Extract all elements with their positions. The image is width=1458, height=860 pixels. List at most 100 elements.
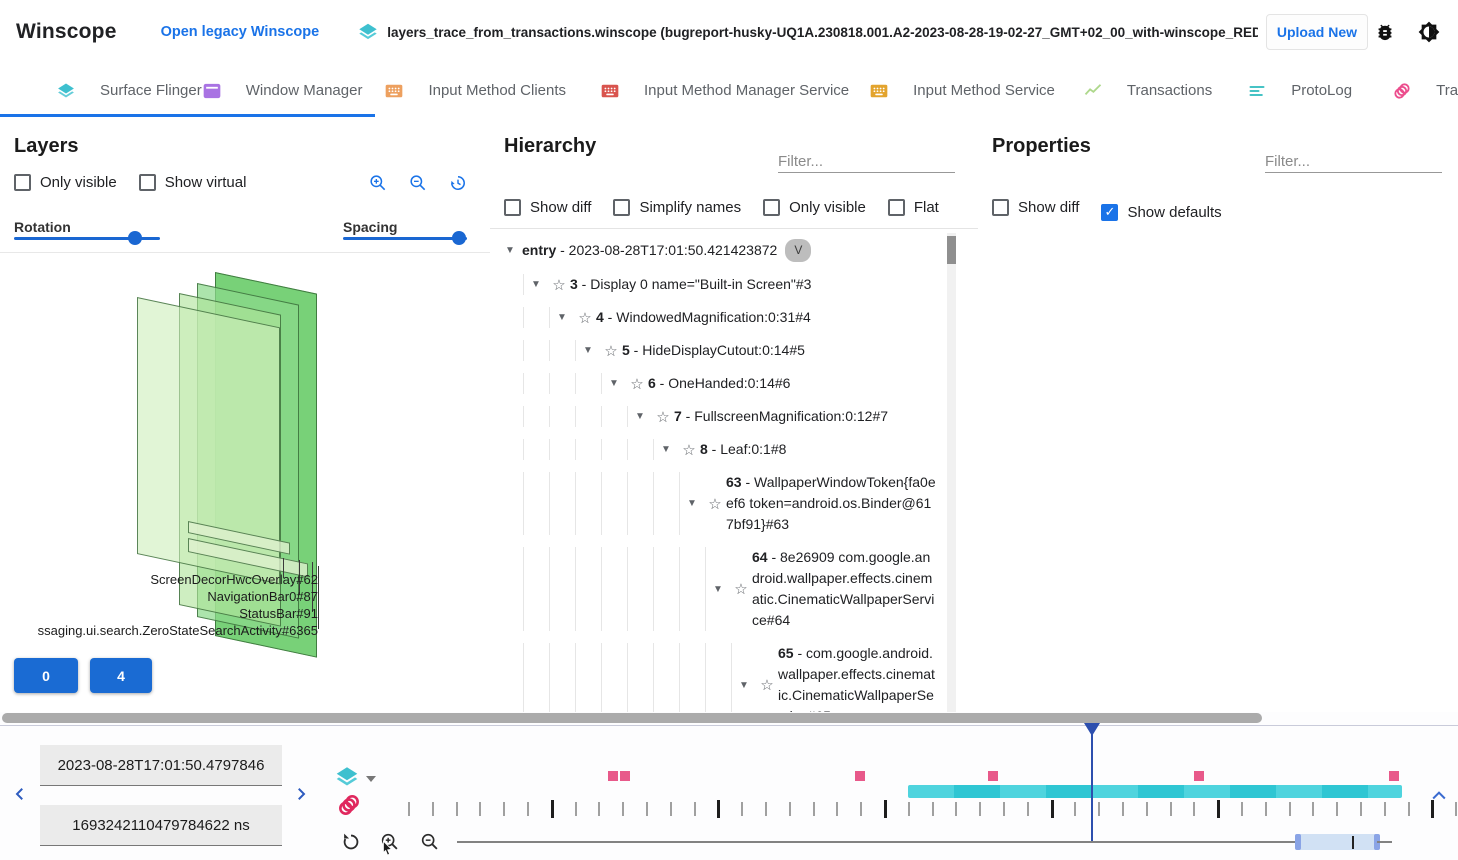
pin-star-icon[interactable]: ☆: [652, 408, 674, 426]
keyboard-icon: [869, 81, 889, 101]
refresh-icon[interactable]: [340, 831, 362, 858]
expand-arrow-icon[interactable]: ▼: [654, 444, 678, 455]
checkbox-box[interactable]: [888, 199, 905, 216]
event-marker[interactable]: [620, 771, 630, 781]
pin-star-icon[interactable]: ☆: [626, 375, 648, 393]
expand-arrow-icon[interactable]: ▼: [680, 498, 704, 509]
checkbox-show-diff[interactable]: Show diff: [992, 199, 1079, 216]
timestamp-human-input[interactable]: 2023-08-28T17:01:50.4797846: [40, 745, 282, 786]
open-legacy-winscope-link[interactable]: Open legacy Winscope: [161, 24, 320, 40]
checkbox-box[interactable]: [613, 199, 630, 216]
horizontal-scrollbar[interactable]: [2, 713, 1262, 723]
checkbox-box[interactable]: [14, 174, 31, 191]
checkbox-only-visible[interactable]: Only visible: [14, 174, 117, 191]
expand-arrow-icon[interactable]: ▼: [524, 279, 548, 290]
timeline-panel: 2023-08-28T17:01:50.4797846 169324211047…: [0, 712, 1458, 860]
expand-arrow-icon[interactable]: ▼: [550, 312, 574, 323]
event-marker[interactable]: [608, 771, 618, 781]
layer-labels: ScreenDecorHwcOverlay#62NavigationBar0#8…: [14, 571, 318, 639]
pin-star-icon[interactable]: ☆: [548, 276, 570, 294]
tree-node[interactable]: ▼☆8 - Leaf:0:1#8: [498, 433, 948, 466]
expand-arrow-icon[interactable]: ▼: [628, 411, 652, 422]
layer-label: StatusBar#91: [14, 605, 318, 622]
pin-star-icon[interactable]: ☆: [678, 441, 700, 459]
timeline-zoom-out-icon[interactable]: [419, 831, 441, 858]
zoom-in-icon[interactable]: [368, 173, 388, 193]
tab-protolog[interactable]: ProtoLog: [1247, 64, 1352, 117]
expand-arrow-icon[interactable]: ▼: [602, 378, 626, 389]
tab-input-method-manager-service[interactable]: Input Method Manager Service: [600, 64, 849, 117]
reset-view-icon[interactable]: [448, 173, 468, 193]
tab-window-manager[interactable]: Window Manager: [202, 64, 363, 117]
checkbox-box[interactable]: [504, 199, 521, 216]
tab-transactions[interactable]: Transactions: [1083, 64, 1212, 117]
ruler-tick: [408, 802, 410, 816]
tab-surface-flinger[interactable]: Surface Flinger: [56, 64, 202, 117]
event-marker[interactable]: [855, 771, 865, 781]
event-marker[interactable]: [988, 771, 998, 781]
properties-filter-input[interactable]: [1265, 151, 1442, 173]
trace-coverage-band[interactable]: [908, 785, 1402, 798]
tree-scrollbar-track[interactable]: [947, 233, 956, 712]
tab-label: Input Method Service: [913, 82, 1055, 99]
expand-arrow-icon[interactable]: ▼: [576, 345, 600, 356]
layer-id-button-4[interactable]: 4: [90, 658, 152, 693]
event-marker[interactable]: [1194, 771, 1204, 781]
overview-track[interactable]: [457, 841, 1298, 843]
pin-star-icon[interactable]: ☆: [600, 342, 622, 360]
trace-selector-caret-icon[interactable]: [366, 776, 376, 782]
tree-node[interactable]: ▼☆65 - com.google.android.wallpaper.effe…: [498, 637, 948, 712]
checkbox-show-diff[interactable]: Show diff: [504, 199, 591, 216]
tree-node[interactable]: ▼☆63 - WallpaperWindowToken{fa0eef6 toke…: [498, 466, 948, 541]
tree-node[interactable]: ▼☆7 - FullscreenMagnification:0:12#7: [498, 400, 948, 433]
tab-input-method-clients[interactable]: Input Method Clients: [384, 64, 566, 117]
checkbox-box[interactable]: [763, 199, 780, 216]
tree-node[interactable]: ▼☆3 - Display 0 name="Built-in Screen"#3: [498, 268, 948, 301]
ruler-tick: [741, 802, 743, 816]
layer-id-button-0[interactable]: 0: [14, 658, 78, 693]
tree-scrollbar-thumb[interactable]: [947, 236, 956, 264]
spacing-slider-track[interactable]: [343, 237, 467, 240]
tree-node[interactable]: ▼☆5 - HideDisplayCutout:0:14#5: [498, 334, 948, 367]
checkbox-box[interactable]: ✓: [1101, 204, 1118, 221]
checkbox-show-defaults[interactable]: ✓Show defaults: [1101, 204, 1221, 221]
pin-star-icon[interactable]: ☆: [730, 580, 752, 598]
expand-arrow-icon[interactable]: ▼: [706, 584, 730, 595]
timeline-cursor-line[interactable]: [1091, 723, 1093, 843]
overview-handle-left[interactable]: [1295, 834, 1301, 850]
timeline-ruler[interactable]: [0, 800, 1458, 818]
tree-node[interactable]: ▼☆6 - OneHanded:0:14#6: [498, 367, 948, 400]
zoom-out-icon[interactable]: [408, 173, 428, 193]
active-trace-layers-icon[interactable]: [334, 764, 360, 795]
dark-mode-toggle-icon[interactable]: [1418, 21, 1440, 43]
overview-selection[interactable]: [1298, 834, 1377, 850]
upload-new-button[interactable]: Upload New: [1266, 14, 1368, 50]
rotation-slider-thumb[interactable]: [128, 231, 142, 245]
tree-node-label: 64 - 8e26909 com.google.android.wallpape…: [752, 547, 938, 631]
tree-node[interactable]: ▼☆4 - WindowedMagnification:0:31#4: [498, 301, 948, 334]
pin-star-icon[interactable]: ☆: [574, 309, 596, 327]
checkbox-box[interactable]: [992, 199, 1009, 216]
checkbox-only-visible[interactable]: Only visible: [763, 199, 866, 216]
layers-panel: Layers Only visibleShow virtual Rotation…: [0, 117, 491, 712]
expand-arrow-icon[interactable]: ▼: [498, 245, 522, 256]
tree-node[interactable]: ▼entry - 2023-08-28T17:01:50.421423872V: [498, 233, 948, 268]
checkbox-simplify-names[interactable]: Simplify names: [613, 199, 741, 216]
tree-node[interactable]: ▼☆64 - 8e26909 com.google.android.wallpa…: [498, 541, 948, 637]
expand-arrow-icon[interactable]: ▼: [732, 680, 756, 691]
checkbox-box[interactable]: [139, 174, 156, 191]
overview-cursor-tick: [1352, 836, 1354, 849]
collapse-timeline-icon[interactable]: [1429, 786, 1449, 811]
checkbox-flat[interactable]: Flat: [888, 199, 939, 216]
report-bug-icon[interactable]: [1374, 21, 1396, 43]
tab-input-method-service[interactable]: Input Method Service: [869, 64, 1055, 117]
tab-transitions[interactable]: Transitions: [1392, 64, 1458, 117]
pin-star-icon[interactable]: ☆: [704, 495, 726, 513]
checkbox-show-virtual[interactable]: Show virtual: [139, 174, 247, 191]
hierarchy-filter-input[interactable]: [778, 151, 955, 173]
tree-node-label: 8 - Leaf:0:1#8: [700, 439, 786, 460]
pin-star-icon[interactable]: ☆: [756, 676, 778, 694]
event-marker[interactable]: [1389, 771, 1399, 781]
spacing-slider-thumb[interactable]: [452, 231, 466, 245]
ruler-tick: [1384, 802, 1386, 816]
